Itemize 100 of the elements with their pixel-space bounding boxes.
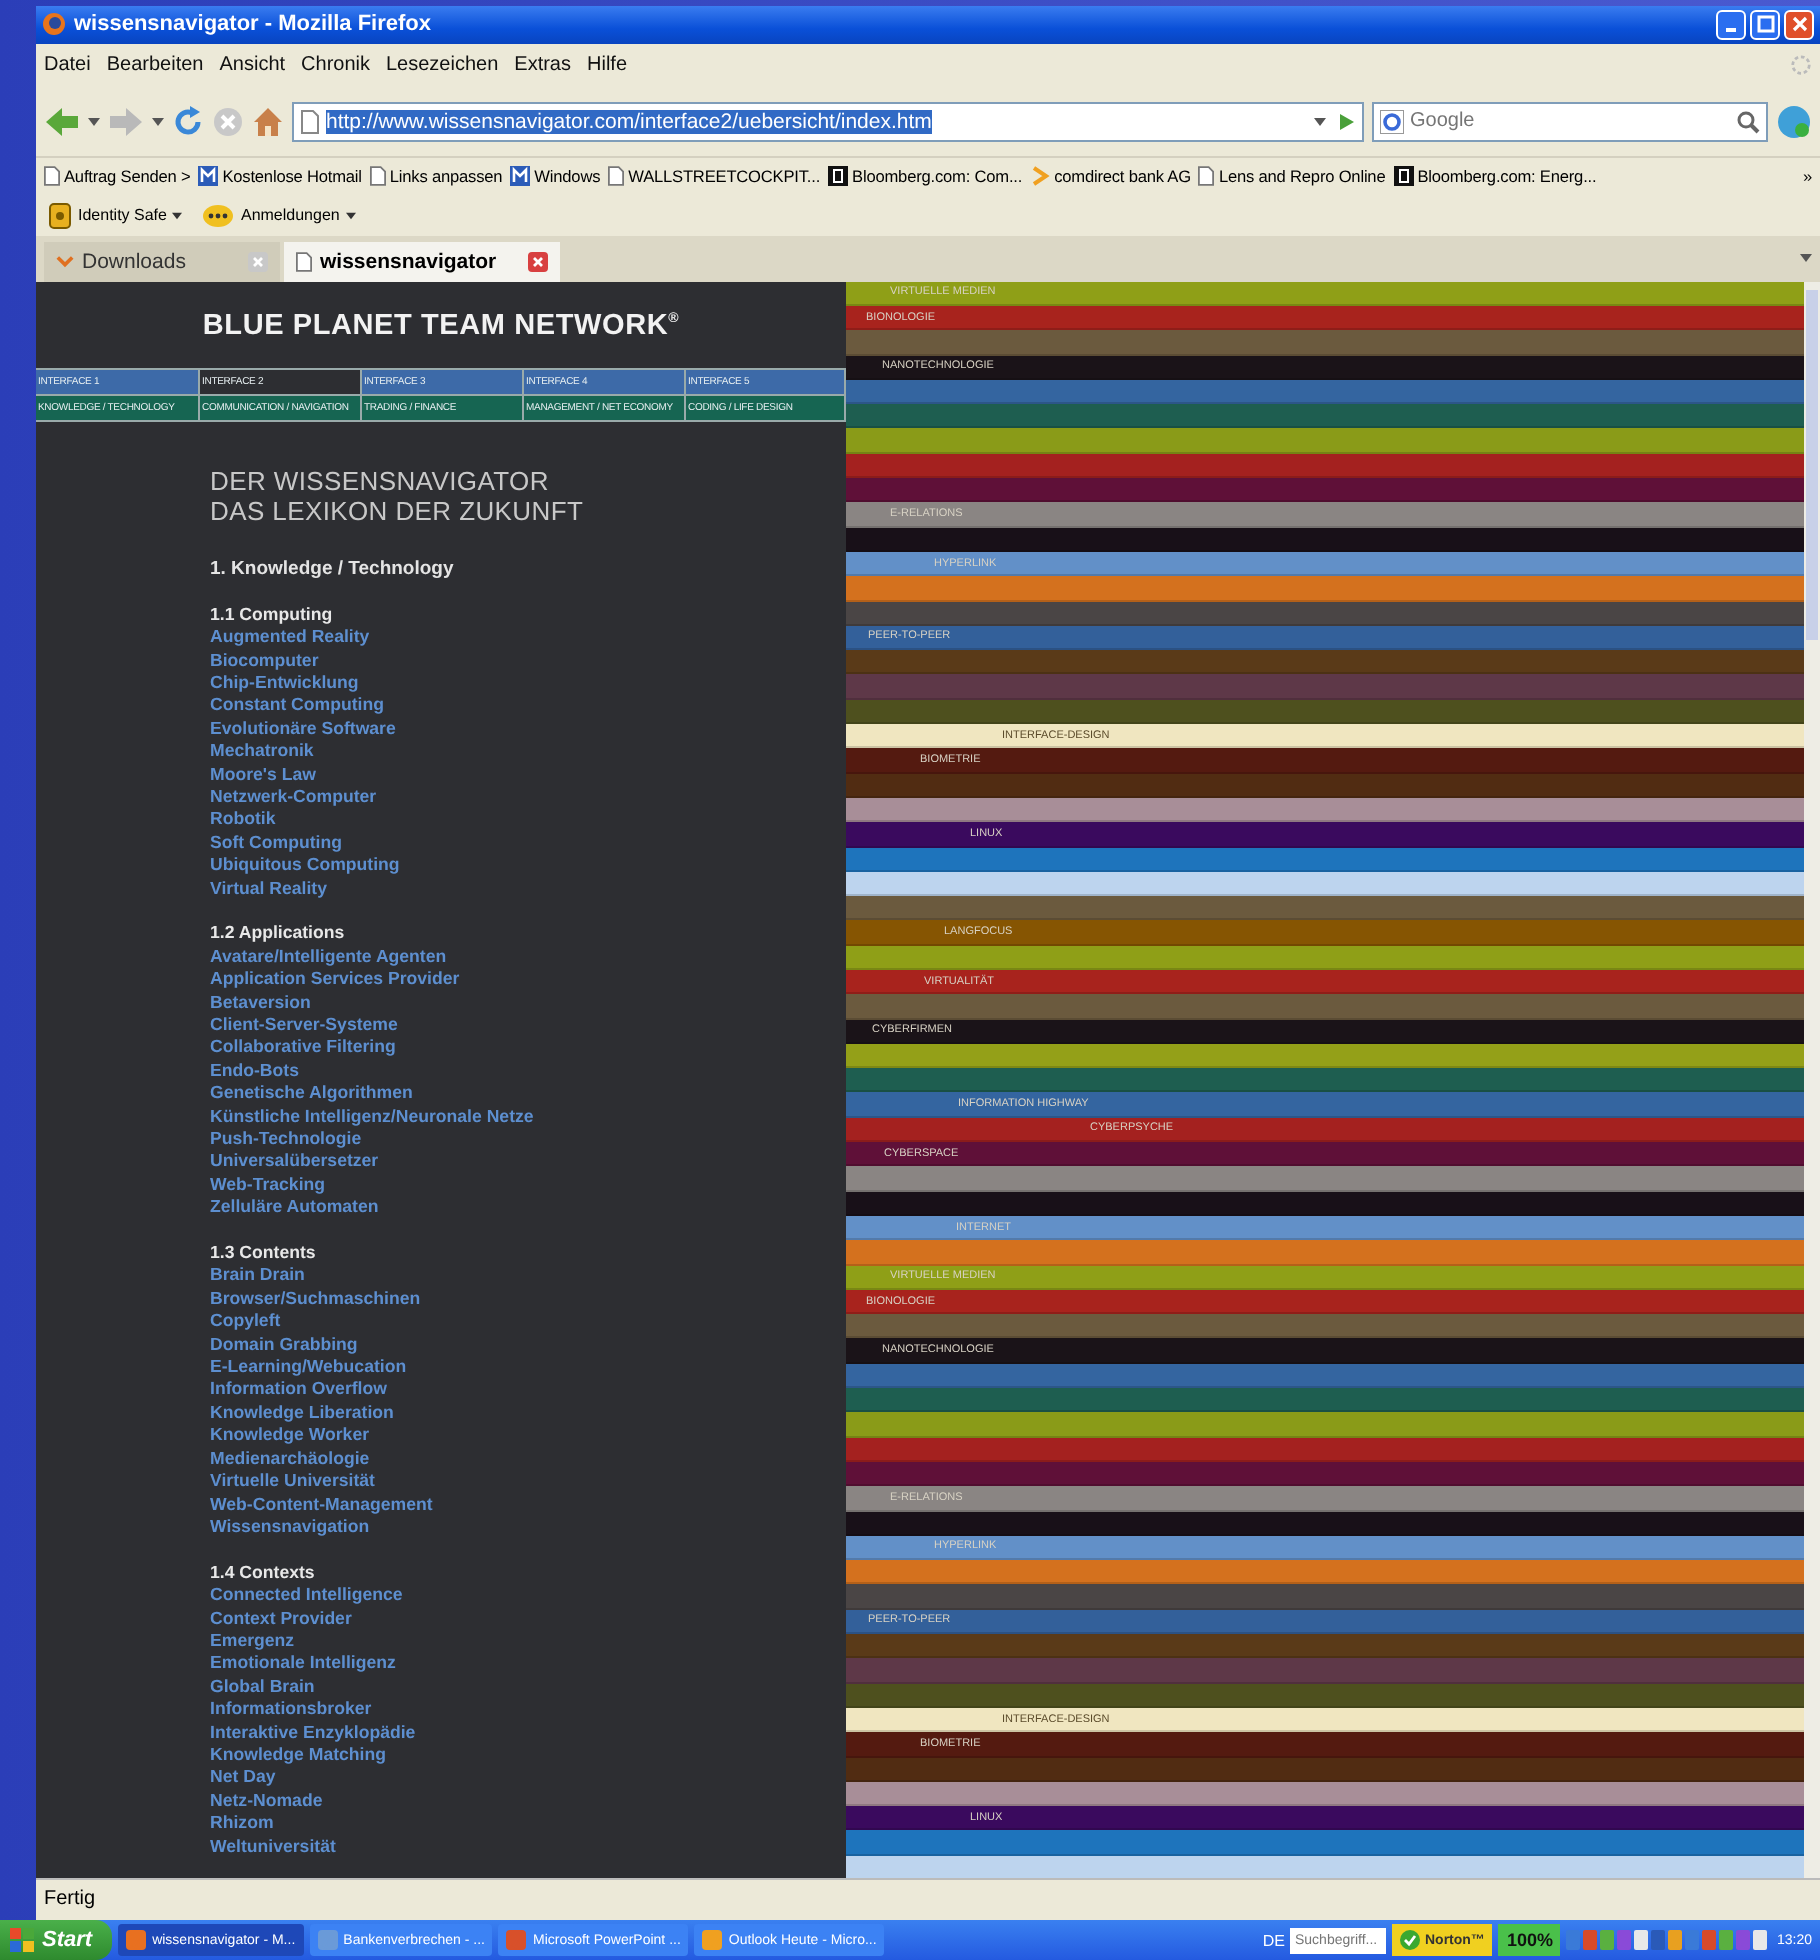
address-field[interactable]: http://www.wissensnavigator.com/interface2/uebersicht/index.htm	[292, 101, 1364, 142]
term-link[interactable]: Wissensnavigation	[210, 1515, 370, 1539]
browser-tab[interactable]: wissensnavigator	[284, 241, 560, 282]
term-link[interactable]: Knowledge Worker	[210, 1424, 370, 1448]
browser-tab[interactable]: Downloads	[44, 241, 280, 282]
language-indicator[interactable]: DE	[1262, 1931, 1285, 1949]
term-link[interactable]: Soft Computing	[210, 831, 342, 855]
color-stripe[interactable]	[846, 1412, 1804, 1438]
term-link[interactable]: Browser/Suchmaschinen	[210, 1287, 421, 1311]
term-link[interactable]: Rhizom	[210, 1812, 274, 1836]
term-link[interactable]: Endo-Bots	[210, 1059, 299, 1083]
term-link[interactable]: Genetische Algorithmen	[210, 1082, 413, 1106]
term-link[interactable]: Emotionale Intelligenz	[210, 1652, 396, 1676]
term-link[interactable]: Betaversion	[210, 991, 311, 1014]
tab-list-icon[interactable]	[1800, 254, 1812, 263]
color-stripe[interactable]	[846, 478, 1804, 503]
term-link[interactable]: Application Services Provider	[210, 968, 460, 992]
color-stripe[interactable]	[846, 1560, 1804, 1585]
term-link[interactable]: Information Overflow	[210, 1378, 387, 1402]
menu-item[interactable]: Lesezeichen	[386, 54, 499, 77]
more-bookmarks-button[interactable]: »	[1802, 166, 1812, 187]
color-stripe[interactable]	[846, 1240, 1804, 1266]
color-stripe[interactable]	[846, 404, 1804, 429]
term-link[interactable]: Augmented Reality	[210, 626, 370, 649]
color-stripe[interactable]	[846, 699, 1804, 725]
color-stripe[interactable]	[846, 1363, 1804, 1389]
color-stripe[interactable]	[846, 1314, 1804, 1339]
term-link[interactable]: Zelluläre Automaten	[210, 1196, 379, 1220]
term-link[interactable]: Robotik	[210, 808, 276, 832]
term-link[interactable]: Domain Grabbing	[210, 1333, 358, 1357]
home-icon[interactable]	[252, 105, 284, 138]
term-link[interactable]: Avatare/Intelligente Agenten	[210, 945, 447, 969]
color-stripe[interactable]	[846, 1191, 1804, 1216]
menu-item[interactable]: Datei	[44, 54, 91, 77]
term-link[interactable]: Collaborative Filtering	[210, 1036, 396, 1060]
color-stripe[interactable]	[846, 945, 1804, 970]
term-link[interactable]: Ubiquitous Computing	[210, 854, 400, 878]
color-stripe[interactable]	[846, 1043, 1804, 1069]
color-stripe[interactable]	[846, 1461, 1804, 1487]
color-stripe[interactable]	[846, 1388, 1804, 1413]
color-stripe[interactable]	[846, 1683, 1804, 1708]
dropdown-caret-icon[interactable]	[1314, 117, 1326, 126]
color-stripe[interactable]	[846, 1634, 1804, 1659]
color-stripe[interactable]	[846, 896, 1804, 921]
close-icon[interactable]	[528, 251, 548, 272]
tray-icons-drawing[interactable]	[1566, 1928, 1771, 1952]
term-link[interactable]: Context Provider	[210, 1607, 352, 1630]
term-link[interactable]: Weltuniversität	[210, 1835, 336, 1858]
bookmark-item[interactable]: Auftrag Senden >	[44, 166, 191, 187]
color-stripe[interactable]	[846, 330, 1804, 356]
term-link[interactable]: Informationsbroker	[210, 1698, 372, 1722]
color-stripe[interactable]	[846, 1584, 1804, 1610]
dropdown-caret-icon[interactable]	[88, 117, 100, 126]
go-icon[interactable]	[1336, 111, 1356, 132]
term-link[interactable]: Netz-Nomade	[210, 1789, 323, 1813]
term-link[interactable]: Virtuelle Universität	[210, 1470, 375, 1493]
color-stripe[interactable]	[846, 1781, 1804, 1807]
search-icon[interactable]	[1736, 109, 1760, 134]
toolbar-button[interactable]: Anmeldungen	[202, 203, 356, 228]
term-link[interactable]: Net Day	[210, 1766, 276, 1790]
color-stripe[interactable]	[846, 379, 1804, 405]
color-stripe[interactable]	[846, 1437, 1804, 1462]
bookmark-item[interactable]: Kostenlose Hotmail	[198, 166, 362, 187]
color-stripe[interactable]	[846, 1511, 1804, 1536]
bookmark-item[interactable]: Windows	[510, 166, 601, 187]
color-stripe[interactable]	[846, 428, 1804, 454]
reload-icon[interactable]	[172, 105, 204, 138]
color-stripe[interactable]	[846, 527, 1804, 552]
term-link[interactable]: Client-Server-Systeme	[210, 1013, 398, 1037]
color-stripe[interactable]	[846, 994, 1804, 1020]
term-link[interactable]: Mechatronik	[210, 740, 314, 764]
color-stripe[interactable]	[846, 674, 1804, 700]
menu-item[interactable]: Chronik	[301, 54, 370, 77]
term-link[interactable]: Universalübersetzer	[210, 1150, 379, 1174]
term-link[interactable]: E-Learning/Webucation	[210, 1356, 407, 1379]
color-stripe[interactable]	[846, 1855, 1804, 1879]
menu-item[interactable]: Extras	[514, 54, 571, 77]
toolbar-button[interactable]: Identity Safe	[48, 201, 183, 230]
color-stripe[interactable]	[846, 1068, 1804, 1093]
term-link[interactable]: Virtual Reality	[210, 877, 328, 900]
term-link[interactable]: Push-Technologie	[210, 1128, 362, 1151]
term-link[interactable]: Brain Drain	[210, 1264, 305, 1288]
scrollbar[interactable]	[1804, 281, 1820, 1879]
bookmark-item[interactable]: Lens and Repro Online	[1198, 166, 1386, 187]
color-stripe[interactable]	[846, 1757, 1804, 1782]
term-link[interactable]: Web-Content-Management	[210, 1493, 433, 1516]
color-stripe[interactable]	[846, 871, 1804, 897]
term-link[interactable]: Interaktive Enzyklopädie	[210, 1721, 416, 1744]
bookmark-item[interactable]: Bloomberg.com: Com...	[828, 166, 1023, 187]
color-stripe[interactable]	[846, 1830, 1804, 1856]
term-link[interactable]: Global Brain	[210, 1675, 315, 1699]
search-field[interactable]: Google	[1372, 101, 1768, 142]
color-stripe[interactable]	[846, 453, 1804, 479]
term-link[interactable]: Netzwerk-Computer	[210, 785, 377, 809]
color-stripe[interactable]	[846, 1166, 1804, 1192]
term-link[interactable]: Medienarchäologie	[210, 1447, 370, 1471]
bookmark-item[interactable]: WALLSTREETCOCKPIT...	[608, 166, 821, 187]
bookmark-item[interactable]: comdirect bank AG	[1030, 166, 1191, 187]
term-link[interactable]: Künstliche Intelligenz/Neuronale Netze	[210, 1105, 534, 1129]
menu-item[interactable]: Hilfe	[587, 54, 628, 77]
